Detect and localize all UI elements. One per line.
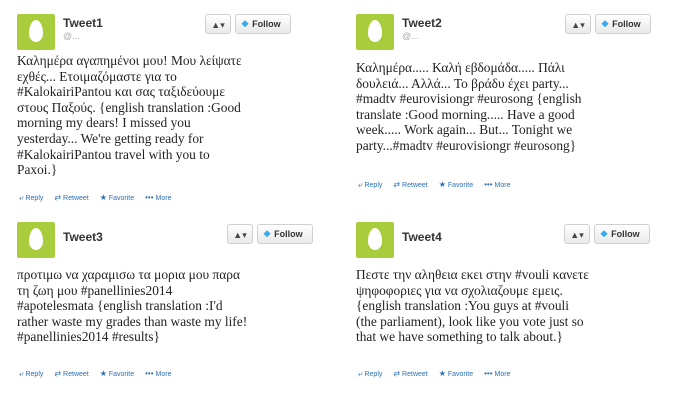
tweet-author-name[interactable]: Tweet2: [402, 16, 442, 30]
tweet-text-line: party...#madtv #eurovisiongr #eurosong}: [356, 137, 577, 153]
more-link[interactable]: ••• More: [484, 180, 510, 189]
tweet-text: Καλημέρα αγαπημένοι μου! Μου λείψατε εχθ…: [17, 53, 242, 178]
follow-label: Follow: [612, 19, 641, 29]
tweet-text-line: #madtv #eurovisiongr #eurosong {english: [356, 91, 582, 107]
tweet-text-line: εχθές... Ετοιμαζόμαστε για το: [17, 68, 177, 84]
more-dots-icon: •••: [145, 193, 154, 202]
tweet-text-line: #KalokairiPantou και σας ταξιδεύουμε: [17, 84, 225, 100]
user-actions-button[interactable]: ▲▾: [565, 14, 591, 34]
tweet-text-line: {english translation :You guys at #vouli: [356, 298, 569, 314]
follow-button[interactable]: ❖ Follow: [594, 224, 650, 244]
reply-arrow-icon: ⤶: [358, 369, 363, 378]
tweet-text-line: yesterday... We're getting ready for: [17, 130, 204, 146]
more-dots-icon: •••: [484, 369, 493, 378]
reply-link[interactable]: ⤶ Reply: [19, 193, 43, 202]
more-dots-icon: •••: [484, 180, 493, 189]
follow-button[interactable]: ❖ Follow: [595, 14, 651, 34]
tweet-text: προτιμω να χαραμισω τα μορια μου παρα τη…: [17, 267, 247, 345]
tweet-author-name[interactable]: Tweet4: [402, 230, 442, 244]
user-actions-button[interactable]: ▲▾: [564, 224, 590, 244]
tweet-text-line: ψηφοφοριες για να σχολιαζουμε εμεις.: [356, 282, 563, 298]
reply-arrow-icon: ⤶: [19, 369, 24, 378]
tweet-text-line: #panellinies2014 #results}: [17, 329, 160, 345]
retweet-link[interactable]: ⇄ Retweet: [54, 369, 88, 378]
reply-arrow-icon: ⤶: [19, 193, 24, 202]
tweet-text-line: #KalokairiPantou travel with you to: [17, 146, 210, 162]
tweet-text-line: #apotelesmata {english translation :I'd: [17, 298, 223, 314]
favorite-link[interactable]: ★ Favorite: [99, 369, 134, 378]
retweet-link[interactable]: ⇄ Retweet: [393, 369, 427, 378]
star-icon: ★: [438, 369, 446, 378]
avatar[interactable]: [356, 222, 394, 258]
tweet-text-line: morning my dears! I missed you: [17, 115, 191, 131]
tweet-author-name[interactable]: Tweet3: [63, 230, 103, 244]
follow-label: Follow: [252, 19, 281, 29]
tweet-text: Πεστε την αληθεια εκει στην #vouli κανετ…: [356, 267, 589, 345]
tweet-text-line: Πεστε την αληθεια εκει στην #vouli κανετ…: [356, 267, 589, 282]
reply-link[interactable]: ⤶ Reply: [358, 180, 382, 189]
retweet-icon: ⇄: [54, 193, 62, 202]
user-actions-button[interactable]: ▲▾: [227, 224, 253, 244]
tweet-author-handle[interactable]: @...: [402, 31, 419, 41]
tweet-text: Καλημέρα..... Καλή εβδομάδα..... Πάλι δο…: [356, 60, 581, 154]
user-add-icon: ▲▾: [571, 20, 585, 30]
user-add-icon: ▲▾: [570, 230, 584, 240]
avatar[interactable]: [17, 14, 55, 50]
follow-button[interactable]: ❖ Follow: [257, 224, 313, 244]
follow-button[interactable]: ❖ Follow: [235, 14, 291, 34]
tweet-author-name[interactable]: Tweet1: [63, 16, 103, 30]
retweet-icon: ⇄: [54, 369, 62, 378]
reply-link[interactable]: ⤶ Reply: [358, 369, 382, 378]
tweet-text-line: rather waste my grades than waste my lif…: [17, 313, 248, 329]
twitter-bird-icon: ❖: [601, 19, 610, 29]
tweet-text-line: week..... Work again... But... Tonight w…: [356, 122, 573, 138]
tweet-actions: ⤶ Reply ⇄ Retweet ★ Favorite ••• More: [19, 193, 180, 203]
tweet-text-line: δουλειά... Αλλά... Το βράδυ έχει party..…: [356, 75, 569, 91]
favorite-link[interactable]: ★ Favorite: [99, 193, 134, 202]
tweet-text-line: Paxoi.}: [17, 162, 58, 178]
tweet-text-line: (the parliament), look like you vote jus…: [356, 313, 584, 329]
follow-label: Follow: [274, 229, 303, 239]
tweet-text-line: προτιμω να χαραμισω τα μορια μου παρα: [17, 267, 240, 282]
user-actions-button[interactable]: ▲▾: [205, 14, 231, 34]
tweet-text-line: translate :Good morning..... Have a good: [356, 106, 575, 122]
more-link[interactable]: ••• More: [484, 369, 510, 378]
star-icon: ★: [99, 369, 107, 378]
follow-label: Follow: [611, 229, 640, 239]
avatar[interactable]: [17, 222, 55, 258]
twitter-bird-icon: ❖: [263, 229, 272, 239]
retweet-icon: ⇄: [393, 180, 401, 189]
retweet-link[interactable]: ⇄ Retweet: [393, 180, 427, 189]
twitter-bird-icon: ❖: [600, 229, 609, 239]
twitter-bird-icon: ❖: [241, 19, 250, 29]
reply-arrow-icon: ⤶: [358, 180, 363, 189]
favorite-link[interactable]: ★ Favorite: [438, 369, 473, 378]
tweet-text-line: Καλημέρα..... Καλή εβδομάδα..... Πάλι: [356, 60, 565, 75]
user-add-icon: ▲▾: [211, 20, 225, 30]
more-dots-icon: •••: [145, 369, 154, 378]
avatar[interactable]: [356, 14, 394, 50]
favorite-link[interactable]: ★ Favorite: [438, 180, 473, 189]
more-link[interactable]: ••• More: [145, 193, 171, 202]
reply-link[interactable]: ⤶ Reply: [19, 369, 43, 378]
retweet-link[interactable]: ⇄ Retweet: [54, 193, 88, 202]
tweet-text-line: that we have something to talk about.}: [356, 329, 563, 345]
star-icon: ★: [99, 193, 107, 202]
star-icon: ★: [438, 180, 446, 189]
tweet-text-line: Καλημέρα αγαπημένοι μου! Μου λείψατε: [17, 53, 242, 68]
more-link[interactable]: ••• More: [145, 369, 171, 378]
tweet-text-line: στους Παξούς. {english translation :Good: [17, 99, 241, 115]
tweet-author-handle[interactable]: @...: [63, 31, 80, 41]
tweet-actions: ⤶ Reply ⇄ Retweet ★ Favorite ••• More: [19, 369, 180, 379]
tweet-actions: ⤶ Reply ⇄ Retweet ★ Favorite ••• More: [358, 369, 519, 379]
tweet-text-line: τη ζωη μου #panellinies2014: [17, 282, 173, 298]
tweet-actions: ⤶ Reply ⇄ Retweet ★ Favorite ••• More: [358, 180, 519, 190]
user-add-icon: ▲▾: [233, 230, 247, 240]
retweet-icon: ⇄: [393, 369, 401, 378]
